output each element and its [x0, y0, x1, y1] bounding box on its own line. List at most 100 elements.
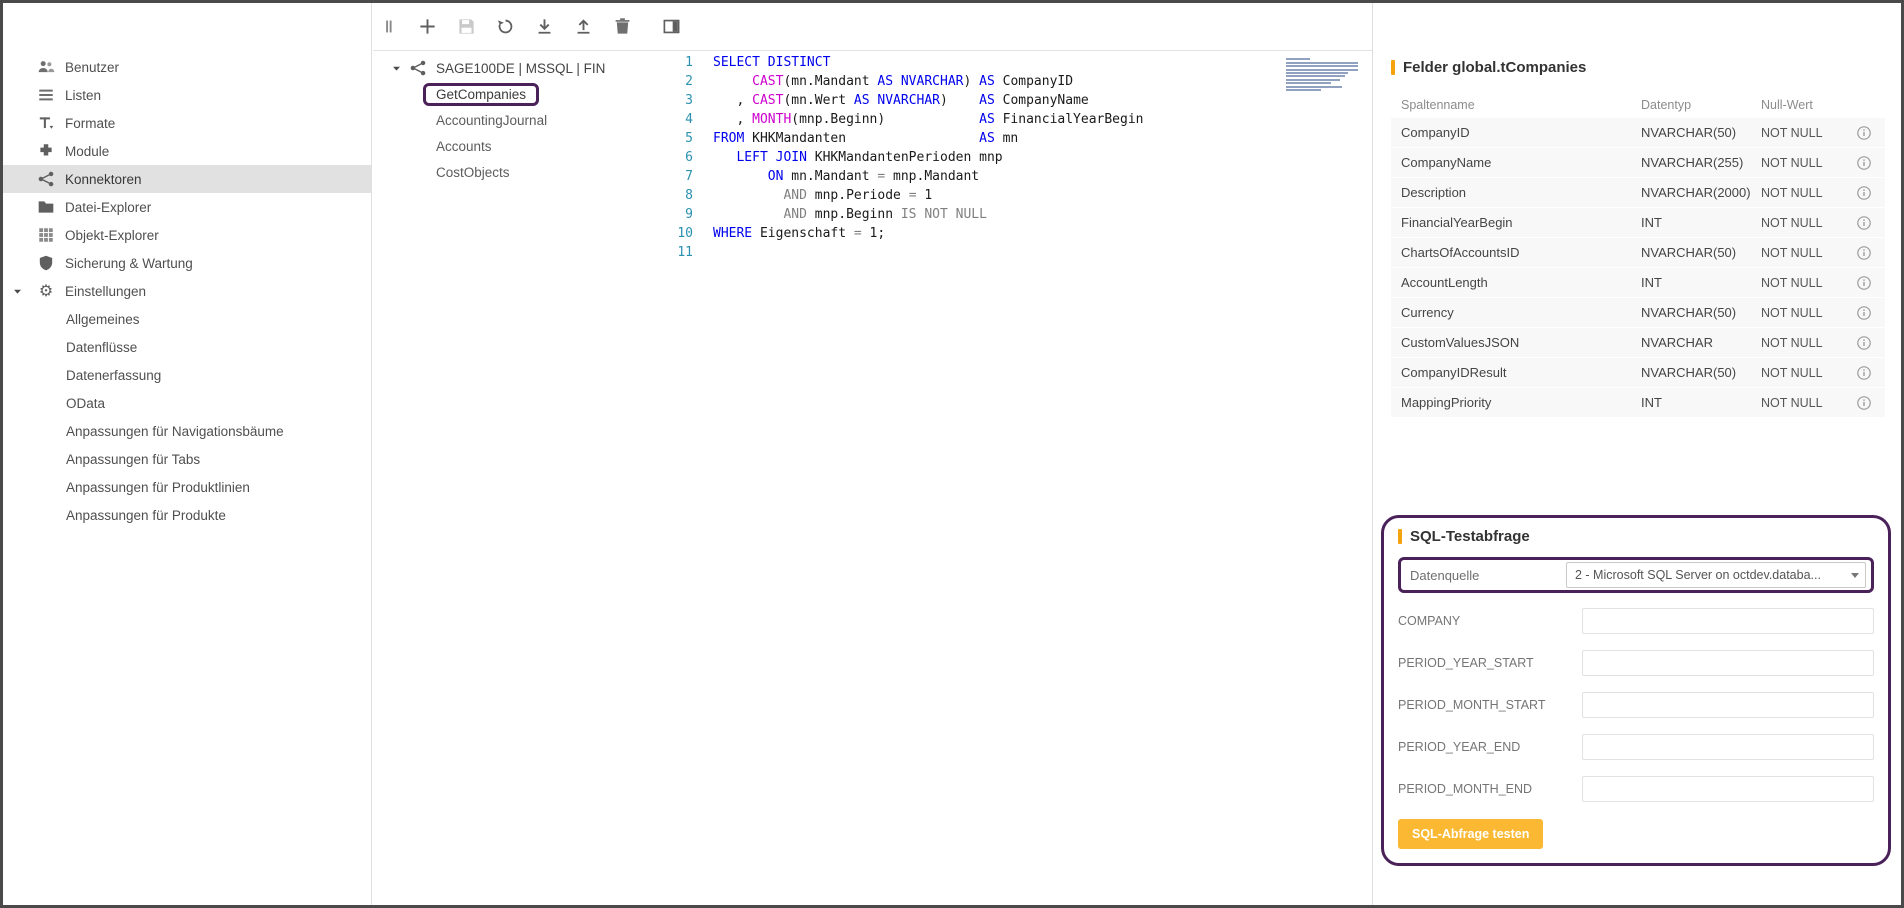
info-icon[interactable]: [1856, 305, 1872, 321]
test-query-button[interactable]: SQL-Abfrage testen: [1398, 819, 1543, 849]
editor-line[interactable]: 10WHERE Eigenschaft = 1;: [663, 224, 1372, 243]
table-row: CompanyIDNVARCHAR(50)NOT NULL: [1391, 118, 1885, 147]
tree-root-item[interactable]: SAGE100DE | MSSQL | FIN: [391, 55, 605, 81]
param-input-period-month-end[interactable]: [1582, 776, 1874, 802]
tree-item-label: GetCompanies: [423, 83, 539, 106]
sidebar-item-einstellungen[interactable]: ⚙Einstellungen: [3, 277, 371, 305]
sidebar-item-konnektoren[interactable]: Konnektoren: [3, 165, 371, 193]
param-input-company[interactable]: [1582, 608, 1874, 634]
line-number: 9: [663, 205, 713, 224]
sidebar-item-module[interactable]: Module: [3, 137, 371, 165]
sidebar-item-label: Formate: [65, 116, 115, 131]
sidebar-item-label: Anpassungen für Produkte: [66, 508, 226, 523]
editor-line[interactable]: 7 ON mn.Mandant = mnp.Mandant: [663, 167, 1372, 186]
toolbar-button-panel-toggle[interactable]: [662, 17, 681, 36]
sidebar-item-label: Datenflüsse: [66, 340, 137, 355]
cell-name: CompanyID: [1391, 125, 1631, 140]
sidebar-item-benutzer[interactable]: Benutzer: [3, 53, 371, 81]
info-icon[interactable]: [1856, 365, 1872, 381]
info-icon[interactable]: [1856, 185, 1872, 201]
param-input-period-year-start[interactable]: [1582, 650, 1874, 676]
cell-name: CustomValuesJSON: [1391, 335, 1631, 350]
tree-item-costobjects[interactable]: CostObjects: [391, 159, 605, 185]
toolbar-button-add[interactable]: [418, 17, 437, 36]
line-code: , CAST(mn.Wert AS NVARCHAR) AS CompanyNa…: [713, 91, 1089, 110]
fields-table: Spaltenname Datentyp Null-Wert CompanyID…: [1391, 92, 1885, 417]
shield-icon: [37, 254, 55, 272]
accent-bar-icon: [1391, 60, 1395, 75]
sidebar-item-datenflüsse[interactable]: Datenflüsse: [3, 333, 371, 361]
editor-line[interactable]: 11: [663, 243, 1372, 262]
sidebar-item-datei-explorer[interactable]: Datei-Explorer: [3, 193, 371, 221]
gear-icon: ⚙: [37, 282, 55, 300]
editor-line[interactable]: 3 , CAST(mn.Wert AS NVARCHAR) AS Company…: [663, 91, 1372, 110]
sidebar-item-formate[interactable]: Formate: [3, 109, 371, 137]
line-code: ON mn.Mandant = mnp.Mandant: [713, 167, 979, 186]
param-input-period-year-end[interactable]: [1582, 734, 1874, 760]
editor-line[interactable]: 8 AND mnp.Periode = 1: [663, 186, 1372, 205]
toolbar-button-upload[interactable]: [574, 17, 593, 36]
list-icon: [37, 86, 55, 104]
tree-item-accounts[interactable]: Accounts: [391, 133, 605, 159]
fields-table-body: CompanyIDNVARCHAR(50)NOT NULLCompanyName…: [1391, 118, 1885, 417]
toolbar-button-save[interactable]: [457, 17, 476, 36]
editor-line[interactable]: 5FROM KHKMandanten AS mn: [663, 129, 1372, 148]
info-icon[interactable]: [1856, 125, 1872, 141]
editor-line[interactable]: 9 AND mnp.Beginn IS NOT NULL: [663, 205, 1372, 224]
cell-info: [1846, 185, 1886, 201]
editor-minimap[interactable]: [1286, 57, 1362, 96]
line-code: SELECT DISTINCT: [713, 53, 830, 72]
sidebar-item-label: Module: [65, 144, 109, 159]
download-icon: [535, 17, 554, 36]
info-icon[interactable]: [1856, 275, 1872, 291]
editor-line[interactable]: 6 LEFT JOIN KHKMandantenPerioden mnp: [663, 148, 1372, 167]
editor-line[interactable]: 4 , MONTH(mnp.Beginn) AS FinancialYearBe…: [663, 110, 1372, 129]
sidebar-item-datenerfassung[interactable]: Datenerfassung: [3, 361, 371, 389]
code-lines: 1SELECT DISTINCT2 CAST(mn.Mandant AS NVA…: [663, 53, 1372, 262]
sql-editor[interactable]: 1SELECT DISTINCT2 CAST(mn.Mandant AS NVA…: [663, 51, 1372, 905]
sidebar-item-anpassungen-für-produktlinien[interactable]: Anpassungen für Produktlinien: [3, 473, 371, 501]
sidebar-item-sicherung-wartung[interactable]: Sicherung & Wartung: [3, 249, 371, 277]
sidebar-item-anpassungen-für-navigationsbäume[interactable]: Anpassungen für Navigationsbäume: [3, 417, 371, 445]
param-input-period-month-start[interactable]: [1582, 692, 1874, 718]
sidebar-item-label: Sicherung & Wartung: [65, 256, 193, 271]
toolbar-button-history[interactable]: [496, 17, 515, 36]
cell-info: [1846, 305, 1886, 321]
tree-item-accountingjournal[interactable]: AccountingJournal: [391, 107, 605, 133]
chevron-down-icon[interactable]: [391, 63, 402, 74]
sidebar-item-odata[interactable]: OData: [3, 389, 371, 417]
info-icon[interactable]: [1856, 215, 1872, 231]
line-code: , MONTH(mnp.Beginn) AS FinancialYearBegi…: [713, 110, 1144, 129]
cell-name: CompanyIDResult: [1391, 365, 1631, 380]
info-icon[interactable]: [1856, 155, 1872, 171]
toolbar: [373, 3, 1372, 51]
editor-line[interactable]: 1SELECT DISTINCT: [663, 53, 1372, 72]
sidebar-item-listen[interactable]: Listen: [3, 81, 371, 109]
editor-line[interactable]: 2 CAST(mn.Mandant AS NVARCHAR) AS Compan…: [663, 72, 1372, 91]
cell-info: [1846, 215, 1886, 231]
chevron-down-icon[interactable]: [12, 286, 23, 297]
history-icon: [496, 17, 515, 36]
line-code: AND mnp.Beginn IS NOT NULL: [713, 205, 987, 224]
info-icon[interactable]: [1856, 395, 1872, 411]
test-query-title-text: SQL-Testabfrage: [1410, 528, 1530, 545]
toolbar-button-drag-handle[interactable]: [379, 17, 398, 36]
table-row: FinancialYearBeginINTNOT NULL: [1391, 208, 1885, 237]
info-icon[interactable]: [1856, 335, 1872, 351]
sidebar-item-objekt-explorer[interactable]: Objekt-Explorer: [3, 221, 371, 249]
toolbar-button-delete[interactable]: [613, 17, 632, 36]
sidebar-item-allgemeines[interactable]: Allgemeines: [3, 305, 371, 333]
users-icon: [37, 58, 55, 76]
info-icon[interactable]: [1856, 245, 1872, 261]
sidebar-item-label: Anpassungen für Produktlinien: [66, 480, 250, 495]
datasource-select[interactable]: 2 - Microsoft SQL Server on octdev.datab…: [1566, 562, 1866, 588]
datasource-row: Datenquelle 2 - Microsoft SQL Server on …: [1398, 557, 1874, 593]
sidebar-item-anpassungen-für-produkte[interactable]: Anpassungen für Produkte: [3, 501, 371, 529]
toolbar-button-download[interactable]: [535, 17, 554, 36]
tree-item-label: CostObjects: [436, 165, 510, 180]
table-row: AccountLengthINTNOT NULL: [1391, 268, 1885, 297]
sidebar-nav: BenutzerListenFormateModuleKonnektorenDa…: [3, 53, 371, 529]
tree-item-getcompanies[interactable]: GetCompanies: [391, 81, 605, 107]
sidebar-item-anpassungen-für-tabs[interactable]: Anpassungen für Tabs: [3, 445, 371, 473]
sidebar-item-label: Objekt-Explorer: [65, 228, 159, 243]
